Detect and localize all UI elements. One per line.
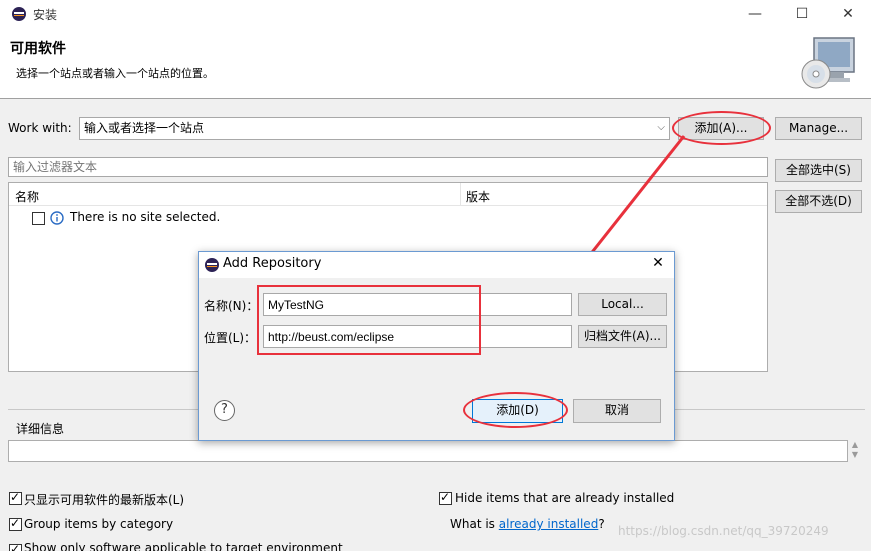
watermark-text: https://blog.csdn.net/qq_39720249 — [618, 524, 829, 538]
annotation-rectangle — [257, 285, 481, 355]
table-row-text: There is no site selected. — [70, 210, 221, 224]
hide-installed-checkbox[interactable] — [439, 490, 452, 505]
question-mark: ? — [598, 517, 605, 531]
minimize-button[interactable]: — — [740, 2, 770, 26]
eclipse-icon — [12, 7, 26, 21]
work-with-label: Work with: — [8, 121, 72, 135]
latest-version-checkbox[interactable] — [9, 490, 22, 505]
group-by-category-label: Group items by category — [24, 517, 174, 531]
eclipse-icon — [205, 258, 219, 272]
column-divider — [460, 183, 461, 206]
local-button[interactable]: Local... — [578, 293, 667, 316]
latest-version-label: 只显示可用软件的最新版本(L) — [24, 493, 185, 507]
what-is-installed: What is already installed? — [450, 517, 605, 531]
dialog-cancel-button[interactable]: 取消 — [573, 399, 661, 423]
hide-installed-label: Hide items that are already installed — [455, 491, 675, 505]
row-checkbox[interactable] — [32, 212, 45, 225]
maximize-button[interactable]: ☐ — [787, 2, 817, 26]
close-button[interactable]: ✕ — [833, 2, 863, 26]
archive-button[interactable]: 归档文件(A)... — [578, 325, 667, 348]
column-version[interactable]: 版本 — [466, 188, 490, 205]
install-monitor-icon — [801, 37, 855, 89]
window-title: 安装 — [33, 8, 58, 22]
work-with-value: 输入或者选择一个站点 — [84, 121, 205, 135]
manage-button[interactable]: Manage... — [775, 117, 862, 140]
details-scrollbar[interactable]: ▲ ▼ — [848, 440, 862, 462]
applicable-only-checkbox[interactable] — [9, 542, 22, 551]
applicable-only-label: Show only software applicable to target … — [24, 541, 343, 551]
dialog-title: Add Repository — [223, 256, 322, 271]
page-subtitle: 选择一个站点或者输入一个站点的位置。 — [16, 67, 214, 80]
group-by-category-checkbox[interactable] — [9, 516, 22, 531]
info-icon — [50, 211, 64, 225]
annotation-ellipse-dialog-add — [463, 392, 568, 428]
wizard-header — [0, 28, 871, 99]
location-label: 位置(L)： — [204, 331, 257, 345]
already-installed-link[interactable]: already installed — [499, 517, 599, 531]
details-label: 详细信息 — [16, 422, 65, 436]
page-title: 可用软件 — [10, 41, 66, 57]
details-text-area — [8, 440, 848, 462]
what-is-text: What is — [450, 517, 495, 531]
select-all-button[interactable]: 全部选中(S) — [775, 159, 862, 182]
deselect-all-button[interactable]: 全部不选(D) — [775, 190, 862, 213]
help-icon[interactable]: ? — [214, 400, 235, 421]
name-label: 名称(N)： — [204, 299, 259, 313]
column-name[interactable]: 名称 — [15, 188, 39, 205]
dialog-close-button[interactable]: ✕ — [648, 255, 668, 271]
